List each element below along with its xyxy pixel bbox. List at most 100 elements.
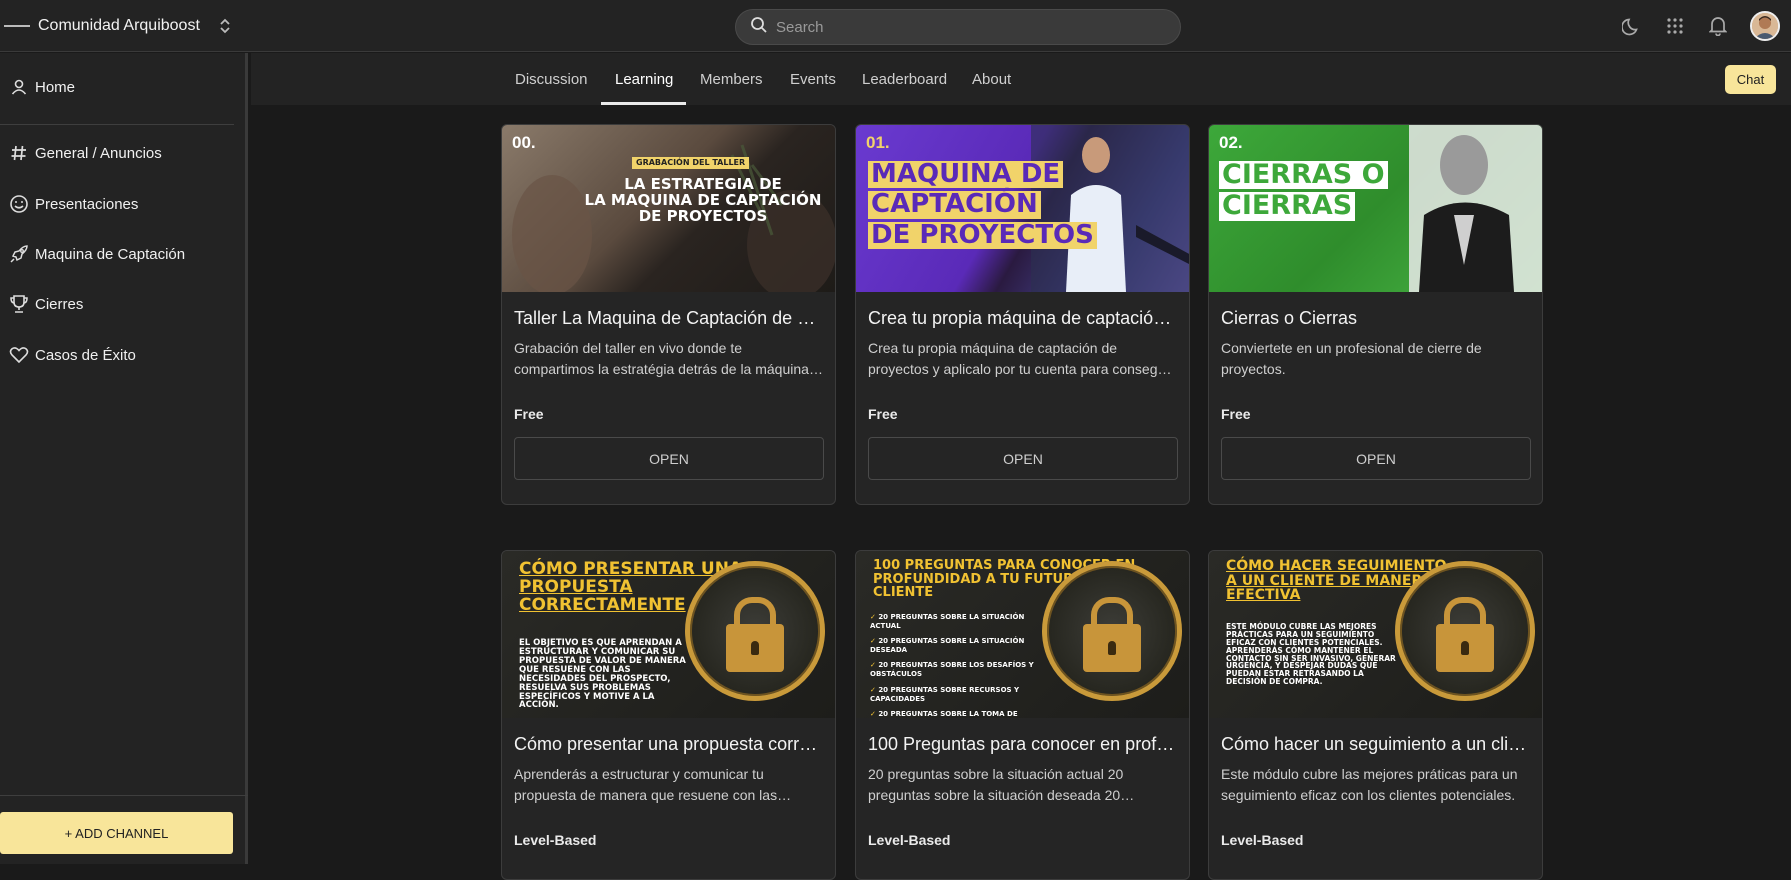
tab-leaderboard[interactable]: Leaderboard: [862, 53, 947, 105]
sidebar-divider: [0, 124, 234, 125]
sidebar-item-label: Cierres: [35, 295, 84, 313]
moon-icon[interactable]: [1621, 15, 1643, 37]
lock-icon: [1091, 597, 1133, 627]
search-bar[interactable]: [735, 9, 1181, 45]
course-card[interactable]: Cómo presentar una propuesta correctamen…: [501, 550, 836, 880]
course-card[interactable]: 01. Maquina de captación de proyectos Cr…: [855, 124, 1190, 505]
sidebar-item-home[interactable]: Home: [0, 67, 240, 107]
tab-members[interactable]: Members: [700, 53, 763, 105]
keyhole: [1108, 641, 1116, 655]
poster-title: Maquina de captación de proyectos: [868, 160, 1097, 249]
course-description: Conviertete en un profesional de cierre …: [1221, 340, 1482, 377]
tab-events[interactable]: Events: [790, 53, 836, 105]
open-course-button[interactable]: OPEN: [1221, 437, 1531, 480]
sidebar-item-general-anuncios[interactable]: General / Anuncios: [0, 133, 240, 173]
poster-line: Cómo hacer seguimiento: [1226, 558, 1447, 574]
poster-line: Cierras o: [1219, 160, 1388, 190]
course-thumbnail: 00. Grabación del taller La estrategia d…: [502, 125, 835, 292]
bell-icon[interactable]: [1707, 15, 1729, 37]
poster-line: Maquina de: [868, 160, 1064, 189]
tab-learning[interactable]: Learning: [615, 53, 673, 105]
poster-check-text: 20 preguntas sobre la situación deseada: [870, 637, 1025, 655]
course-number: 00.: [512, 133, 536, 152]
tab-about[interactable]: About: [972, 53, 1011, 105]
poster-check-item: ✓ 20 preguntas sobre los desafíos y obst…: [870, 661, 1034, 679]
search-input[interactable]: [776, 18, 1156, 36]
course-card[interactable]: 02. Cierras o cierras Cierras o Cierras …: [1208, 124, 1543, 505]
poster-title: La estrategia de la maquina de captación…: [578, 176, 828, 225]
lock-icon: [734, 597, 776, 627]
course-card[interactable]: Cómo hacer seguimiento a un cliente de m…: [1208, 550, 1543, 880]
chevron-updown-icon[interactable]: [218, 16, 232, 36]
sidebar-item-casos-de-exito[interactable]: Casos de Éxito: [0, 335, 240, 375]
course-price: Free: [868, 406, 898, 422]
course-thumbnail: 100 preguntas para conocer en profundida…: [856, 551, 1189, 718]
poster-body: El objetivo es que aprendan a estructura…: [519, 638, 686, 711]
sidebar: Home General / Anuncios Presentaciones M…: [0, 53, 248, 864]
poster-line: de proyectos: [868, 221, 1097, 249]
poster-line: de proyectos: [638, 206, 768, 225]
keyhole: [1461, 641, 1469, 655]
course-description: Grabación del taller en vivo donde te co…: [514, 340, 809, 377]
tab-discussion[interactable]: Discussion: [515, 53, 588, 105]
course-number: 01.: [866, 133, 890, 152]
course-description: Aprenderás a estructurar y comunicar tu …: [514, 766, 778, 803]
community-switcher[interactable]: Comunidad Arquiboost: [0, 0, 232, 52]
poster-check-text: 20 preguntas sobre los desafíos y obstác…: [870, 661, 1034, 679]
smile-icon: [9, 194, 29, 214]
heart-icon: [9, 345, 29, 365]
poster-check-item: ✓ 20 preguntas sobre la situación actual: [870, 613, 1025, 631]
sidebar-divider: [0, 795, 248, 796]
poster-checklist: ✓ 20 preguntas sobre la situación actual…: [870, 613, 1040, 718]
open-course-button[interactable]: OPEN: [514, 437, 824, 480]
top-bar: Comunidad Arquiboost: [0, 0, 1791, 52]
poster-line: captación: [868, 190, 1041, 219]
keyhole: [751, 641, 759, 655]
course-thumbnail: Cómo hacer seguimiento a un cliente de m…: [1209, 551, 1542, 718]
hash-icon: [9, 143, 29, 163]
poster-title: Cierras o cierras: [1219, 160, 1388, 221]
course-thumbnail: 01. Maquina de captación de proyectos: [856, 125, 1189, 292]
course-price: Free: [1221, 406, 1251, 422]
sidebar-item-presentaciones[interactable]: Presentaciones: [0, 184, 240, 224]
sidebar-item-label: General / Anuncios: [35, 144, 162, 162]
course-title: 100 Preguntas para conocer en profundida…: [868, 734, 1189, 754]
poster-check-text: 20 preguntas sobre la toma de decisiones…: [878, 709, 1018, 718]
lock-icon: [1444, 597, 1486, 627]
course-title: Cómo hacer un seguimiento a un cliente d…: [1221, 734, 1542, 754]
user-avatar[interactable]: [1750, 11, 1780, 41]
search-icon: [750, 16, 768, 39]
course-price: Level-Based: [1221, 832, 1304, 848]
course-title: Cómo presentar una propuesta correctamen…: [514, 734, 835, 754]
add-channel-button[interactable]: + ADD CHANNEL: [0, 812, 233, 854]
course-title: Crea tu propia máquina de captación de p…: [868, 308, 1189, 328]
trophy-icon: [9, 294, 29, 314]
course-card[interactable]: 00. Grabación del taller La estrategia d…: [501, 124, 836, 505]
open-course-button[interactable]: OPEN: [868, 437, 1178, 480]
course-price: Level-Based: [868, 832, 951, 848]
tab-bar: Discussion Learning Members Events Leade…: [251, 53, 1791, 105]
sidebar-item-cierres[interactable]: Cierres: [0, 284, 240, 324]
course-title: Taller La Maquina de Captación de proyec…: [514, 308, 835, 328]
poster-check-item: ✓ 20 preguntas sobre la toma de decision…: [870, 710, 1040, 718]
course-thumbnail: Cómo presentar una propuesta correctamen…: [502, 551, 835, 718]
sidebar-item-label: Maquina de Captación: [35, 245, 186, 263]
course-description: 20 preguntas sobre la situación actual 2…: [868, 766, 1124, 803]
poster-check-text: 20 preguntas sobre la situación actual: [870, 613, 1025, 631]
poster-check-text: 20 preguntas sobre recursos y capacidade…: [870, 685, 1020, 703]
course-card[interactable]: 100 preguntas para conocer en profundida…: [855, 550, 1190, 880]
sidebar-item-maquina-de-captacion[interactable]: Maquina de Captación: [0, 234, 240, 274]
poster-line: cierras: [1219, 191, 1356, 221]
course-description: Crea tu propia máquina de captación de p…: [868, 340, 1174, 377]
apps-grid-icon[interactable]: [1664, 15, 1686, 37]
course-price: Level-Based: [514, 832, 597, 848]
course-title: Cierras o Cierras: [1221, 308, 1358, 328]
community-logo: [4, 21, 32, 31]
sidebar-item-label: Home: [35, 78, 76, 96]
chat-button[interactable]: Chat: [1725, 65, 1776, 94]
poster-body: Este módulo cubre las mejores prácticas …: [1226, 622, 1396, 687]
course-thumbnail: 02. Cierras o cierras: [1209, 125, 1542, 292]
course-number: 02.: [1219, 133, 1243, 152]
poster-check-item: ✓ 20 preguntas sobre recursos y capacida…: [870, 685, 1020, 703]
sidebar-item-label: Casos de Éxito: [35, 346, 136, 364]
